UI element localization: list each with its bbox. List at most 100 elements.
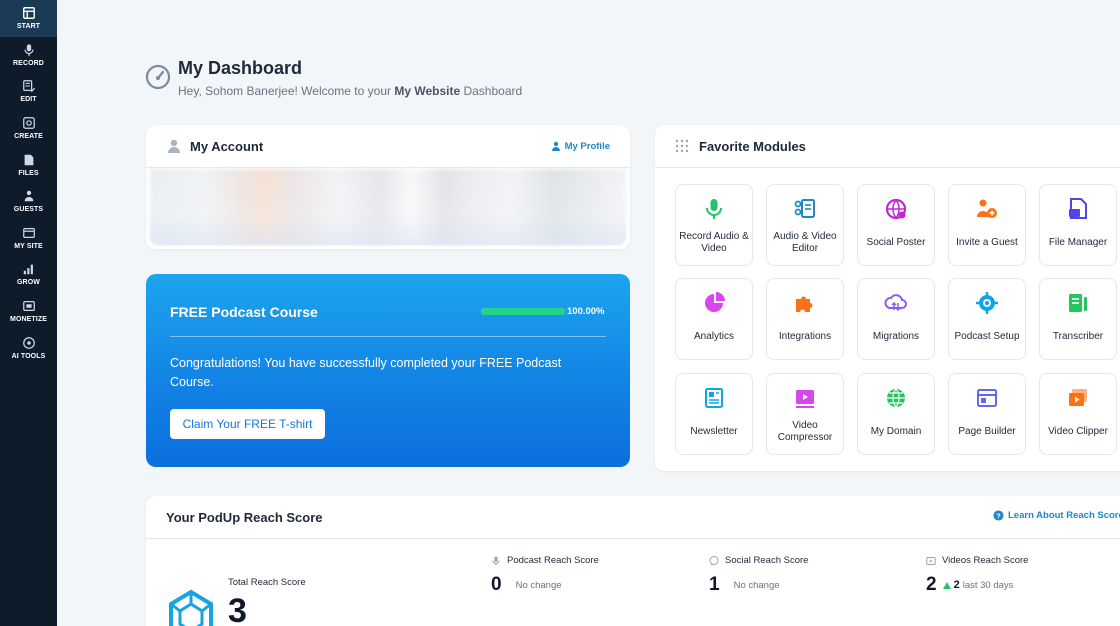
favorite-modules-card: Favorite Modules Record Audio & Video Au… xyxy=(655,125,1120,471)
module-video-compressor[interactable]: Video Compressor xyxy=(766,373,844,455)
learn-reach-score-link[interactable]: ? Learn About Reach Score xyxy=(993,510,1120,521)
course-progress-text: 100.00% xyxy=(567,306,605,317)
sidebar-item-label: GROW xyxy=(17,279,40,287)
videos-reach-note: last 30 days xyxy=(962,579,1014,591)
ai-tools-icon xyxy=(22,336,35,349)
newsletter-icon xyxy=(705,388,723,408)
my-site-icon xyxy=(22,227,35,238)
svg-text:?: ? xyxy=(996,511,1001,520)
sidebar-item-label: EDIT xyxy=(20,96,37,104)
page-subtitle: Hey, Sohom Banerjee! Welcome to your My … xyxy=(178,84,523,98)
videos-reach-score: Videos Reach Score 2 2 last 30 days xyxy=(926,555,1029,595)
sidebar-item-label: AI TOOLS xyxy=(11,352,46,360)
module-file-manager[interactable]: File Manager xyxy=(1039,184,1117,266)
sidebar-item-label: MY SITE xyxy=(14,242,43,250)
sidebar-item-label: GUESTS xyxy=(13,206,44,214)
monetize-icon xyxy=(22,301,35,312)
module-my-domain[interactable]: My Domain xyxy=(857,373,935,455)
sidebar-item-create[interactable]: CREATE xyxy=(0,110,57,147)
migrations-icon xyxy=(884,294,907,312)
module-transcriber[interactable]: Transcriber xyxy=(1039,278,1117,360)
sidebar-item-label: MONETIZE xyxy=(10,316,47,324)
sidebar-item-grow[interactable]: GROW xyxy=(0,256,57,293)
dashboard-gauge-icon xyxy=(145,64,171,90)
grow-icon xyxy=(23,265,33,275)
reach-score-card: Your PodUp Reach Score ? Learn About Rea… xyxy=(146,496,1120,626)
help-icon: ? xyxy=(993,510,1004,521)
module-page-builder[interactable]: Page Builder xyxy=(948,373,1026,455)
sidebar-item-guests[interactable]: GUESTS xyxy=(0,183,57,220)
website-name: My Website xyxy=(394,84,461,98)
total-reach-label: Total Reach Score xyxy=(228,577,306,588)
sidebar-item-start[interactable]: START xyxy=(0,0,57,37)
course-title: FREE Podcast Course xyxy=(170,304,318,320)
my-profile-link[interactable]: My Profile xyxy=(551,141,610,152)
integrations-icon xyxy=(796,296,813,312)
account-card: My Account My Profile xyxy=(146,125,630,249)
page-builder-icon xyxy=(977,389,997,407)
course-message: Congratulations! You have successfully c… xyxy=(170,356,562,389)
social-reach-value: 1 xyxy=(709,574,720,595)
globe-icon xyxy=(887,388,905,408)
module-record-audio-video[interactable]: Record Audio & Video xyxy=(675,184,753,266)
videos-reach-value: 2 xyxy=(926,574,937,595)
transcriber-icon xyxy=(1069,294,1087,312)
module-social-poster[interactable]: Social Poster xyxy=(857,184,935,266)
module-newsletter[interactable]: Newsletter xyxy=(675,373,753,455)
social-reach-note: No change xyxy=(733,579,780,591)
sidebar-item-my-site[interactable]: MY SITE xyxy=(0,220,57,257)
sidebar-item-ai-tools[interactable]: AI TOOLS xyxy=(0,329,57,366)
module-migrations[interactable]: Migrations xyxy=(857,278,935,360)
analytics-icon xyxy=(705,292,725,312)
user-icon xyxy=(168,139,180,153)
create-icon xyxy=(22,117,35,129)
sidebar-item-label: START xyxy=(16,23,41,31)
sidebar-item-record[interactable]: RECORD xyxy=(0,37,57,74)
podcast-reach-score: Podcast Reach Score 0 No change xyxy=(491,555,599,595)
microphone-icon xyxy=(23,44,34,57)
podcast-course-card: FREE Podcast Course 100.00% Congratulati… xyxy=(146,274,630,467)
trend-up-icon xyxy=(942,581,951,589)
video-compressor-icon xyxy=(796,390,814,408)
sidebar-item-label: RECORD xyxy=(13,59,44,67)
total-reach-value: 3 xyxy=(228,592,247,626)
sidebar-item-monetize[interactable]: MONETIZE xyxy=(0,293,57,330)
invite-guest-icon xyxy=(977,199,997,218)
social-reach-score: Social Reach Score 1 No change xyxy=(709,555,809,595)
chat-icon xyxy=(709,555,719,565)
microphone-icon xyxy=(706,199,722,219)
guests-icon xyxy=(24,191,33,202)
reach-score-icon xyxy=(169,590,213,626)
video-icon xyxy=(926,556,936,565)
microphone-icon xyxy=(492,556,500,565)
module-analytics[interactable]: Analytics xyxy=(675,278,753,360)
sidebar-item-edit[interactable]: EDIT xyxy=(0,73,57,110)
podcast-reach-value: 0 xyxy=(491,574,502,595)
files-icon xyxy=(24,154,33,165)
module-video-clipper[interactable]: Video Clipper xyxy=(1039,373,1117,455)
modules-title: Favorite Modules xyxy=(699,138,806,154)
module-podcast-setup[interactable]: Podcast Setup xyxy=(948,278,1026,360)
podcast-setup-icon xyxy=(976,292,998,314)
video-clipper-icon xyxy=(1069,389,1087,406)
profile-icon xyxy=(551,141,560,151)
sidebar-item-label: FILES xyxy=(18,169,39,177)
divider xyxy=(170,336,606,337)
module-audio-video-editor[interactable]: Audio & Video Editor xyxy=(766,184,844,266)
claim-tshirt-button[interactable]: Claim Your FREE T-shirt xyxy=(170,409,325,439)
edit-icon xyxy=(22,80,35,93)
social-poster-icon xyxy=(885,198,907,220)
module-integrations[interactable]: Integrations xyxy=(766,278,844,360)
podcast-reach-note: No change xyxy=(515,579,562,591)
module-invite-guest[interactable]: Invite a Guest xyxy=(948,184,1026,266)
start-icon xyxy=(22,7,35,20)
reach-title: Your PodUp Reach Score xyxy=(166,509,323,525)
sidebar: START RECORD EDIT CREATE FILES GUESTS MY… xyxy=(0,0,57,626)
grid-icon xyxy=(675,139,689,153)
videos-reach-delta: 2 xyxy=(953,579,960,591)
account-title: My Account xyxy=(190,138,264,154)
editor-icon xyxy=(794,199,815,218)
sidebar-item-files[interactable]: FILES xyxy=(0,146,57,183)
file-manager-icon xyxy=(1069,198,1087,219)
page-title: My Dashboard xyxy=(178,58,303,78)
